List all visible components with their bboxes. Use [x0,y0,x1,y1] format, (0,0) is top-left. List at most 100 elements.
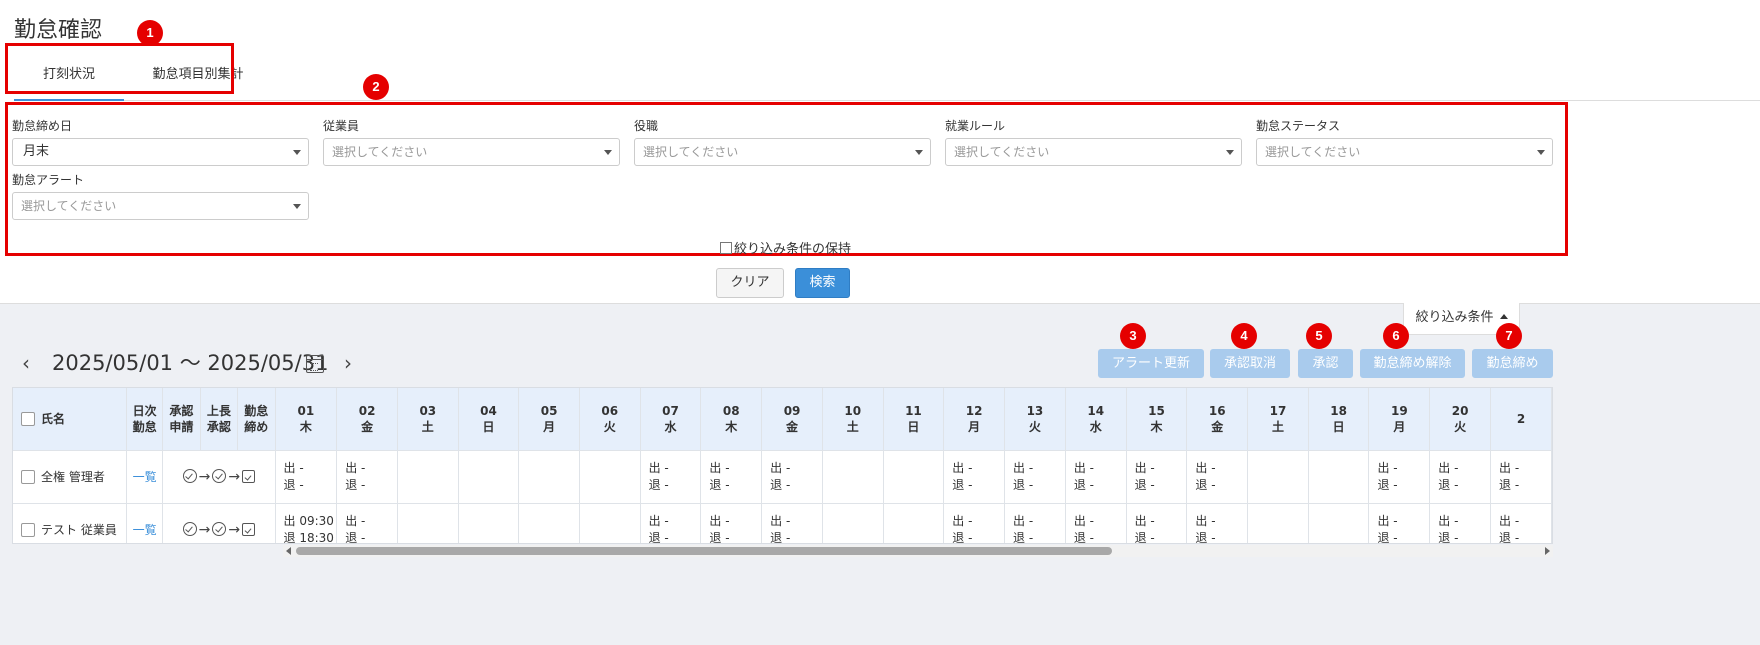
employee-select[interactable]: 選択してください [323,138,620,166]
day-cell[interactable]: 出 - 退 - [1490,503,1552,543]
check-circle-icon [212,521,227,536]
closing-day-select[interactable]: 月末 [12,138,309,166]
checkbox-box[interactable] [720,241,732,254]
header-day-weekday: 火 [1028,419,1041,434]
day-cell[interactable]: 出 - 退 - [1065,450,1127,504]
status-select[interactable]: 選択してください [1256,138,1553,166]
header-daily-2: 勤怠 [132,419,157,434]
day-cell[interactable]: 出 - 退 - [1368,450,1431,504]
header-approval-request: 承認 申請 [162,388,201,451]
tab-punch-status[interactable]: 打刻状況 [14,58,124,101]
chevron-down-icon [915,150,923,155]
day-cell[interactable] [822,450,884,504]
day-cell[interactable]: 出 - 退 - [1004,503,1066,543]
day-cell[interactable]: 出 - 退 - [1126,450,1188,504]
day-cell[interactable] [883,503,945,543]
employee-name-cell: テスト 従業員 [13,503,128,543]
scroll-right-icon[interactable] [1545,547,1550,555]
header-day-number: 13 [1026,403,1044,418]
position-select[interactable]: 選択してください [634,138,931,166]
day-cell[interactable]: 出 - 退 - [1065,503,1127,543]
approve-button[interactable]: 承認 [1298,349,1353,378]
day-cell[interactable]: 出 - 退 - [336,503,398,544]
scroll-left-icon[interactable] [286,547,291,555]
day-cell[interactable]: 出 - 退 - [336,450,398,504]
scrollbar-thumb[interactable] [296,547,1112,555]
day-cell[interactable]: 出 - 退 - [1368,503,1431,543]
day-cell[interactable] [579,450,641,504]
chevron-up-icon [1499,314,1508,319]
day-cell[interactable]: 出 - 退 - [1004,450,1066,504]
day-cell[interactable] [1308,503,1370,543]
alert-select[interactable]: 選択してください [12,192,309,220]
closing-button[interactable]: 勤怠締め [1472,349,1553,378]
header-day-number: 16 [1208,403,1226,418]
next-period-button[interactable]: › [344,348,364,378]
day-cell[interactable] [458,450,520,504]
day-cell[interactable]: 出 - 退 - [275,450,338,504]
day-cell[interactable] [1247,503,1309,543]
daily-list-link[interactable]: 一覧 [133,470,157,484]
header-day-weekday: 水 [664,419,677,434]
day-cell[interactable]: 出 - 退 - [1429,503,1492,543]
header-day-number: 07 [662,403,679,418]
search-button[interactable]: 検索 [795,268,850,298]
day-cell[interactable]: 出 - 退 - [761,503,823,543]
day-cell[interactable]: 出 - 退 - [761,450,823,504]
day-cell[interactable]: 出 - 退 - [943,450,1006,504]
header-day-weekday: 金 [1211,419,1224,434]
day-cell[interactable] [397,503,459,543]
cancel-approval-button[interactable]: 承認取消 [1210,349,1290,378]
day-cell[interactable]: 出 - 退 - [640,450,702,504]
row-checkbox[interactable] [21,523,35,537]
day-cell[interactable]: 出 09:30 退 18:30 [275,503,338,543]
daily-list-link[interactable]: 一覧 [133,523,157,537]
alert-update-button[interactable]: アラート更新 [1098,349,1204,378]
day-cell[interactable]: 出 - 退 - [1429,450,1492,504]
tab-item-summary[interactable]: 勤怠項目別集計 [132,58,264,101]
horizontal-scrollbar[interactable] [283,545,1553,557]
arrow-right-icon: → [228,521,241,538]
keep-filter-checkbox[interactable]: 絞り込み条件の保持 [720,238,851,257]
badge-7: 7 [1496,323,1522,349]
day-cell[interactable] [518,503,580,543]
clock-in: 出 - [770,460,791,475]
day-cell[interactable] [458,503,520,543]
day-cell[interactable]: 出 - 退 - [700,503,763,543]
day-cell[interactable]: 出 - 退 - [640,503,702,543]
release-closing-button[interactable]: 勤怠締め解除 [1360,349,1465,378]
clock-in: 出 - [1013,513,1034,528]
clock-out: 退 - [1013,477,1034,492]
header-day-number: 01 [297,403,315,418]
day-cell[interactable]: 出 - 退 - [943,503,1006,543]
header-day-weekday: 木 [299,419,312,434]
day-cell[interactable]: 出 - 退 - [700,450,763,504]
header-day: 15 木 [1126,388,1188,451]
filter-position: 役職 選択してください [634,118,931,166]
day-cell[interactable] [397,450,459,504]
clock-out: 退 - [345,530,366,544]
prev-period-button[interactable]: ‹ [22,348,42,378]
day-cell[interactable] [579,503,641,543]
calendar-icon[interactable] [306,355,324,373]
day-cell[interactable]: 出 - 退 - [1126,503,1188,543]
filter-status: 勤怠ステータス 選択してください [1256,118,1553,166]
clock-in: 出 - [283,460,304,475]
header-day-weekday: 日 [482,419,495,434]
day-cell[interactable] [518,450,580,504]
header-day: 04 日 [458,388,520,451]
day-cell[interactable] [883,450,945,504]
clock-in: 出 - [1499,460,1520,475]
day-cell[interactable]: 出 - 退 - [1186,450,1249,504]
row-checkbox[interactable] [21,470,35,484]
day-cell[interactable]: 出 - 退 - [1186,503,1249,543]
arrow-right-icon: → [198,468,211,485]
day-cell[interactable] [1247,450,1309,504]
day-cell[interactable] [1308,450,1370,504]
day-cell[interactable]: 出 - 退 - [1490,450,1552,504]
header-day-number: 09 [783,403,801,418]
select-all-checkbox[interactable] [21,411,35,426]
work-rule-select[interactable]: 選択してください [945,138,1242,166]
day-cell[interactable] [822,503,884,543]
clear-button[interactable]: クリア [716,268,784,298]
